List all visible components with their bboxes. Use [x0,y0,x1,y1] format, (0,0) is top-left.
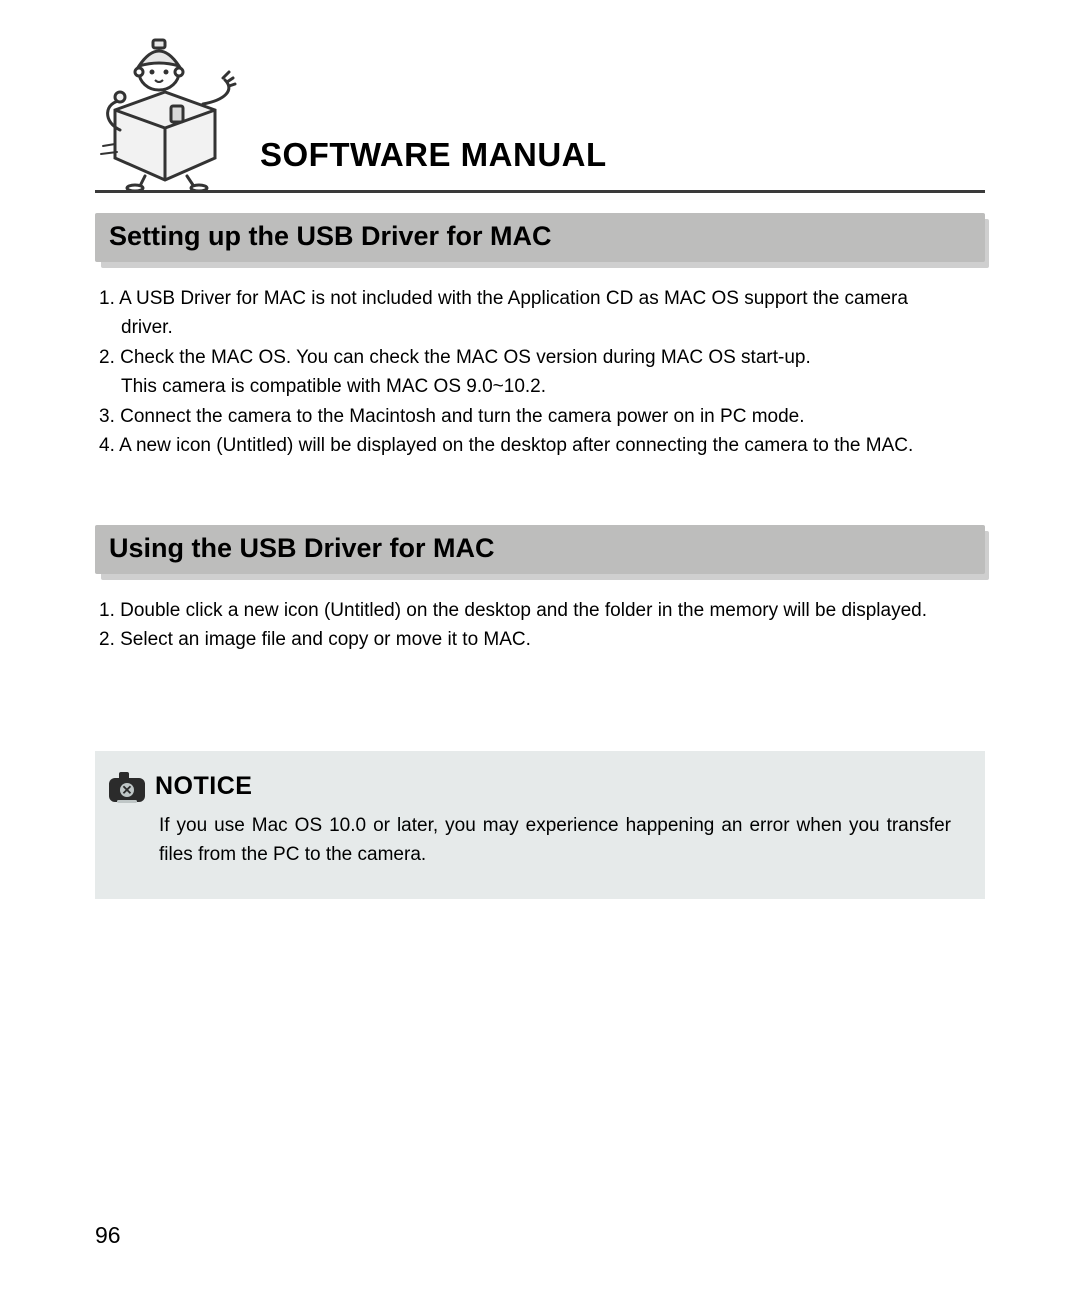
camera-warning-icon: ✕ [105,769,149,805]
list-item: 1. A USB Driver for MAC is not included … [99,284,985,313]
mascot-icon [95,30,240,190]
list-item: 2. Check the MAC OS. You can check the M… [99,343,985,372]
section2-body: 1. Double click a new icon (Untitled) on… [99,596,985,655]
list-item: 1. Double click a new icon (Untitled) on… [99,596,985,625]
list-item: 4. A new icon (Untitled) will be display… [99,431,985,460]
page-title: SOFTWARE MANUAL [260,136,607,190]
section-heading-setting-up: Setting up the USB Driver for MAC [95,213,985,262]
notice-title: NOTICE [155,772,252,801]
list-item: 2. Select an image file and copy or move… [99,625,985,654]
section-heading-using: Using the USB Driver for MAC [95,525,985,574]
svg-text:✕: ✕ [122,782,133,797]
list-item: 3. Connect the camera to the Macintosh a… [99,402,985,431]
page-number: 96 [95,1222,121,1249]
notice-body-text: If you use Mac OS 10.0 or later, you may… [95,805,985,870]
header-divider [95,190,985,193]
list-item: This camera is compatible with MAC OS 9.… [99,372,985,401]
notice-box: ✕ NOTICE If you use Mac OS 10.0 or later… [95,751,985,900]
section-heading-label: Using the USB Driver for MAC [109,533,495,563]
list-item: driver. [99,313,985,342]
page-header: SOFTWARE MANUAL [95,30,985,190]
section1-body: 1. A USB Driver for MAC is not included … [99,284,985,461]
section-heading-label: Setting up the USB Driver for MAC [109,221,552,251]
manual-page: SOFTWARE MANUAL Setting up the USB Drive… [0,0,1080,1295]
